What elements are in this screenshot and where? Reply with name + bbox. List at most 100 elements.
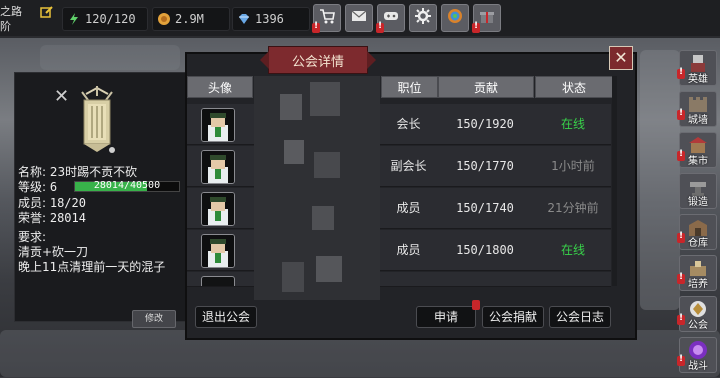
sidenav-label: 英雄 [688,74,708,85]
member-avatar[interactable] [201,192,235,226]
apply-label: 申请 [433,310,458,324]
apply-button[interactable]: 申请 [416,300,480,328]
column-header-status: 状态 [535,76,613,98]
sidenav-item-hero[interactable]: 英雄 [677,50,717,86]
sidenav-item-castle-wall[interactable]: 城墙 [677,91,717,127]
shop-cart-button[interactable] [312,4,341,33]
gamepad-button[interactable] [376,4,405,33]
sidenav-item-battle-portal[interactable]: 战斗 [677,337,717,373]
table-row[interactable]: 副会长 150/1770 1小时前 [187,146,611,187]
top-bar: 之路 阶 120/120 2.9M 1396 [0,0,720,36]
guild-xp-bar: 28014/40500 [74,180,180,192]
member-position: 会长 [396,117,421,131]
title-fragment-line1: 之路 [0,5,22,18]
stamina-display: 120/120 [62,7,148,31]
member-list-scrollbar[interactable] [612,76,617,286]
edit-requirement-button[interactable]: 修改 [132,310,176,328]
guild-emblem-icon [74,86,120,156]
member-status: 1小时前 [551,159,595,173]
member-status: 21分钟前 [547,201,599,215]
member-avatar[interactable] [201,108,235,142]
notification-badge [677,354,685,366]
sidenav-item-training[interactable]: 培养 [677,255,717,291]
member-position: 成员 [396,243,421,257]
leave-guild-button[interactable]: 退出公会 [195,306,257,328]
sidenav-label: 仓库 [688,238,708,249]
lightning-icon [67,12,81,26]
sidenav-label: 战斗 [688,361,708,372]
diamond-icon [237,12,251,26]
member-contribution: 150/1800 [456,243,514,257]
sidenav-item-market[interactable]: 集市 [677,132,717,168]
xp-text: 28014/40500 [93,180,161,191]
obscured-name-column [254,76,380,300]
sidenav-label: 公会 [688,320,708,331]
column-header-contribution: 贡献 [438,76,534,98]
gold-value: 2.9M [175,12,204,26]
table-row[interactable] [187,272,611,287]
sidenav-item-anvil[interactable]: 锻造 [679,173,717,209]
column-header-position: 职位 [381,76,438,98]
gem-value: 1396 [255,12,284,26]
members-value: 18/20 [49,196,86,210]
table-row[interactable]: 成员 150/1740 21分钟前 [187,188,611,229]
table-row[interactable]: 会长 150/1920 在线 [187,104,611,145]
member-contribution: 150/1770 [456,159,514,173]
member-status: 在线 [560,117,585,131]
sidenav-label: 城墙 [688,115,708,126]
members-label: 成员: [18,196,50,210]
settings-gear-icon [414,7,432,29]
close-dialog-button[interactable]: ✕ [609,46,633,70]
notification-badge [677,67,685,79]
member-status: 在线 [560,243,585,257]
notification-badge [677,313,685,325]
guild-log-button[interactable]: 公会日志 [549,306,611,328]
sidenav-item-guild[interactable]: 公会 [677,296,717,332]
gamepad-icon [382,7,400,29]
mail-icon [350,7,368,29]
gold-display: 2.9M [152,7,230,31]
close-icon[interactable]: ✕ [54,86,69,107]
gift-button[interactable] [472,4,501,33]
member-contribution: 150/1740 [456,201,514,215]
notification-badge [472,21,480,33]
mail-button[interactable] [345,4,373,32]
honor-label: 荣誉: [18,211,50,225]
sidenav-label: 培养 [688,279,708,290]
notification-badge [677,231,685,243]
swirl-button[interactable] [441,4,469,32]
close-icon: ✕ [614,48,628,67]
dialog-title: 公会详情 [260,46,376,74]
stamina-value: 120/120 [85,12,136,26]
honor-value: 28014 [49,211,86,225]
member-contribution: 150/1920 [456,117,514,131]
level-label: 等级: [18,180,50,194]
notification-badge [677,108,685,120]
gift-icon [478,7,496,29]
member-avatar[interactable] [201,234,235,268]
notification-badge [312,21,320,33]
column-header-avatar: 头像 [187,76,253,98]
notification-badge [677,149,685,161]
guild-level-label: 等级: 6 [18,178,57,195]
notification-badge [677,272,685,284]
member-position: 成员 [396,201,421,215]
edit-icon[interactable] [40,4,54,18]
guild-honor: 荣誉: 28014 [18,209,86,226]
settings-button[interactable] [409,4,437,32]
sidenav-label: 集市 [688,156,708,167]
table-row[interactable]: 成员 150/1800 在线 [187,230,611,271]
sidenav-label: 锻造 [688,197,708,208]
notification-badge [376,21,384,33]
title-fragment-line2: 阶 [0,20,11,33]
sidenav-item-warehouse[interactable]: 仓库 [677,214,717,250]
member-avatar[interactable] [201,150,235,184]
swirl-icon [446,7,464,29]
member-position: 副会长 [390,159,427,173]
requirement-line-2: 晚上11点清理前一天的混子 [18,260,166,274]
shop-cart-icon [318,7,336,29]
member-avatar[interactable] [201,276,235,286]
notification-badge [472,300,480,310]
level-value: 6 [49,180,58,194]
guild-donate-button[interactable]: 公会捐献 [482,306,544,328]
